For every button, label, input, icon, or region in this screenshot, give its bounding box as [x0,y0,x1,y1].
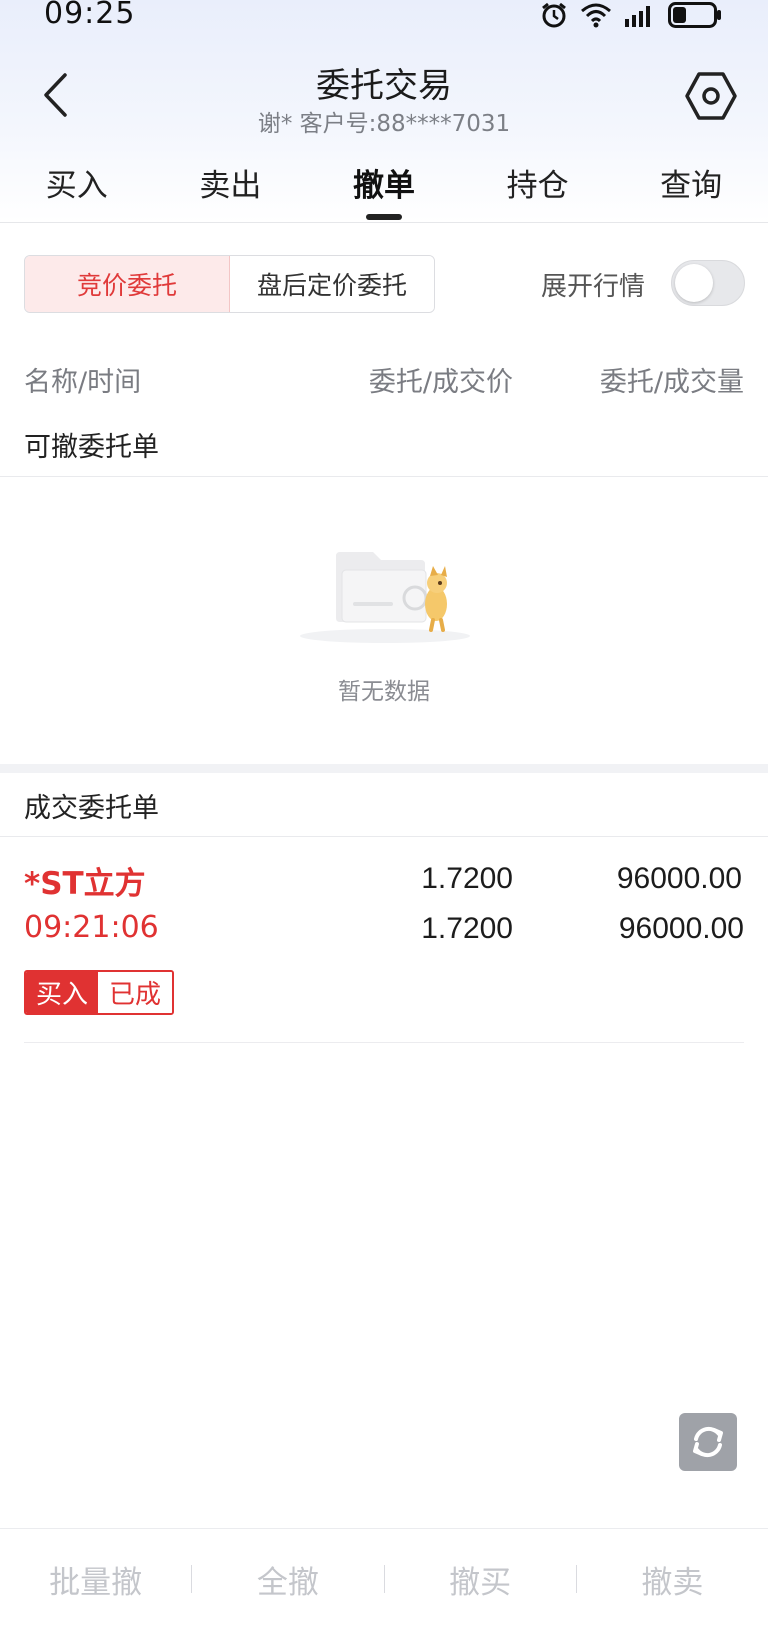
tab-cancel[interactable]: 撤单 [307,150,461,222]
cancel-buy-button[interactable]: 撤买 [385,1557,576,1602]
tab-holdings[interactable]: 持仓 [461,150,615,222]
empty-state-text: 暂无数据 [338,679,430,705]
order-status-badge: 已成 [98,972,172,1013]
section-gap [0,764,768,773]
toggle-knob [675,264,713,302]
cancel-all-button[interactable]: 全撤 [192,1557,383,1602]
segment-auction-order[interactable]: 竞价委托 [25,256,230,312]
bottom-action-bar: 批量撤 全撤 撤买 撤卖 [0,1529,768,1629]
column-header-name: 名称/时间 [24,367,142,398]
order-time: 09:21:06 [24,910,159,945]
order-stock-name: *ST立方 [24,866,146,902]
empty-folder-illustration [295,540,475,650]
cancel-sell-button[interactable]: 撤卖 [577,1557,768,1602]
signal-icon [624,3,656,27]
row-divider [24,1042,744,1043]
battery-icon [668,2,722,28]
hexagon-settings-icon [685,72,737,120]
wifi-icon [580,2,612,28]
tabs-divider [0,222,768,223]
order-type-segment: 竞价委托 盘后定价委托 [24,255,435,313]
refresh-icon [693,1426,723,1458]
order-side-badge: 买入 [26,972,98,1013]
fill-price: 1.7200 [421,912,513,945]
settings-button[interactable] [682,68,740,124]
expand-quotes-toggle[interactable] [671,260,745,306]
section-divider [0,836,768,837]
section-divider [0,476,768,477]
page-title: 委托交易 [316,66,452,106]
segment-after-hours-order[interactable]: 盘后定价委托 [230,256,434,312]
status-icons [540,2,722,28]
column-header-price: 委托/成交价 [368,367,513,398]
status-badge: 买入 已成 [24,970,174,1015]
status-bar: 09:25 [0,0,768,32]
tab-query[interactable]: 查询 [614,150,768,222]
refresh-button[interactable] [679,1413,737,1471]
cancelable-section-title: 可撤委托单 [24,432,159,463]
trade-tabs: 买入 卖出 撤单 持仓 查询 [0,150,768,222]
tab-buy[interactable]: 买入 [0,150,154,222]
status-time: 09:25 [44,0,136,31]
alarm-icon [540,2,568,28]
order-price: 1.7200 [421,862,513,895]
order-quantity: 96000.00 [616,862,742,895]
account-subtitle: 谢* 客户号:88****7031 [257,111,511,137]
batch-cancel-button[interactable]: 批量撤 [0,1557,191,1602]
fill-quantity: 96000.00 [618,912,744,945]
filled-section-title: 成交委托单 [24,793,159,824]
column-header-qty: 委托/成交量 [599,367,744,398]
expand-quotes-label: 展开行情 [541,272,646,302]
tab-sell[interactable]: 卖出 [154,150,308,222]
